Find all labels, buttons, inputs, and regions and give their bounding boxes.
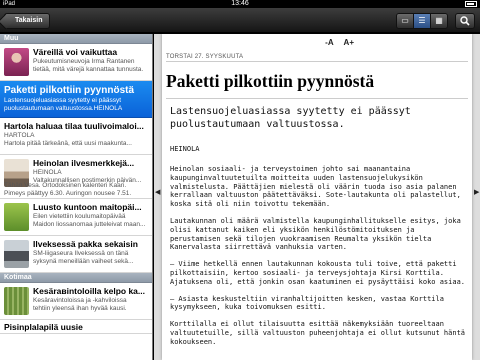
list-item-title: Luusto kuntoon maitopäi... [33,202,142,212]
list-item-summary: Pukeutumisneuvoja Irma Rantanen [33,58,135,65]
list-item[interactable]: Heinolan ilvesmerkkejä... HEINOLA Valtak… [0,155,152,199]
article-body: Lastensuojeluasiassa syytetty ei päässyt… [170,106,466,355]
list-item-summary: Hartola pitää tärkeänä, että uusi maakun… [4,140,132,147]
list-item[interactable]: Pisinplalapilä uusie [0,320,152,334]
list-item-summary: Tähän Vesa. Ortodoksinen kalenteri Kaari… [4,182,127,189]
list-item-summary: Eilen vietettiin koulumaitopäivää [33,213,126,220]
article-headline: Paketti pilkottiin pyynnöstä [166,71,375,91]
article-paragraph: Heinolan sosiaali- ja terveystoimen joht… [170,165,461,209]
list-item-summary: Lastensuojeluasiassa syytetty ei päässyt [4,97,122,104]
font-size-controls: -A A+ [325,38,362,47]
list-item[interactable]: Luusto kuntoon maitopäi... Eilen vietett… [0,199,152,236]
list-item-selected[interactable]: Paketti pilkottiin pyynnöstä Lastensuoje… [0,81,152,118]
list-item-summary: Pimeys päättyy 6.30. Auringon nousee 7.5… [4,190,132,197]
list-item-title: Paketti pilkottiin pyynnöstä [4,85,135,96]
article-list: Muu Väreillä voi vaikuttaa Pukeutumisneu… [0,34,153,360]
list-item-title: Hartola haluaa tilaa tuulivoimaloi... [4,121,144,131]
article-date: TORSTAI 27. SYYSKUUTA [166,54,244,60]
list-item[interactable]: Hartola haluaa tilaa tuulivoimaloi... HA… [0,118,152,155]
font-increase-button[interactable]: A+ [344,38,354,47]
article-thumbnail [4,48,29,76]
article-thumbnail [4,287,29,315]
list-item-summary: Maidon liossanomaa jutteleivat maan... [33,221,146,228]
section-header-kotimaa: Kotimaa [0,273,152,283]
grid-view-icon[interactable]: ▦ [431,14,447,28]
article-paragraph: Lautakunnan oli määrä valmistella kaupun… [170,216,461,252]
search-icon [460,16,470,26]
list-item-summary: SM-liigaseura Ilveksessä on tänä [33,250,129,257]
battery-icon [465,1,477,7]
list-item-title: Ilveksessä pakka sekaisin [33,239,138,249]
article-location: HEINOLA [170,145,200,153]
list-item[interactable]: Kesärавintoloilla kelpo ka... Kesäravint… [0,283,152,320]
top-toolbar: Takaisin ▭ ☰ ▦ [0,8,480,33]
article-lede: Lastensuojeluasiassa syytetty ei päässyt… [170,106,411,130]
divider [166,98,468,99]
list-item-summary: tietää, mitä värejä kannattaa tunnusta. [33,66,144,73]
list-item-title: Väreillä voi vaikuttaa [33,47,118,57]
previous-article-icon[interactable]: ◀ [155,188,160,196]
list-item-summary: tehtiin yleensä ihan hyvää kausi. [33,305,127,312]
list-item[interactable]: Ilveksessä pakka sekaisin SM-liigaseura … [0,236,152,273]
status-bar: iPad 13:46 [0,0,480,8]
article-paragraph: Korttilalla ei ollut tilaisuutta esittää… [170,320,466,346]
list-item[interactable]: Väreillä voi vaikuttaa Pukeutumisneuvoja… [0,44,152,81]
font-decrease-button[interactable]: -A [325,38,333,47]
article-thumbnail [4,240,29,268]
next-article-icon[interactable]: ▶ [474,188,479,196]
list-item-title: Kesärавintoloilla kelpo ka... [33,286,145,296]
back-button[interactable]: Takaisin [4,13,50,29]
article-paragraph: – Viime hetkellä ennen lautakunnan kokou… [170,260,466,286]
list-item-summary: syksynä meneillään vaiheet sekä... [33,258,134,265]
article-paragraph: – Asiasta keskusteltiin viranhaltijoitte… [170,294,444,312]
list-item-summary: Kesäravintoloissa ja -kahviloissa [33,297,127,304]
section-header-muu: Muu [0,34,152,44]
list-item-summary: HARTOLA [4,132,35,139]
search-button[interactable] [455,13,475,29]
list-item-title: Heinolan ilvesmerkkejä... [33,158,135,168]
article-thumbnail [4,203,29,231]
single-view-icon[interactable]: ▭ [397,14,414,28]
list-item-title: Pisinplalapilä uusie [4,322,83,332]
list-view-icon[interactable]: ☰ [414,14,431,28]
article-page: -A A+ TORSTAI 27. SYYSKUUTA Paketti pilk… [162,34,472,360]
list-item-summary: puolustautumaan valtuustossa.HEINOLA [4,105,123,112]
view-switcher[interactable]: ▭ ☰ ▦ [396,13,448,29]
clock: 13:46 [231,0,249,7]
list-item-summary: HEINOLA [33,169,62,176]
divider [166,61,468,62]
